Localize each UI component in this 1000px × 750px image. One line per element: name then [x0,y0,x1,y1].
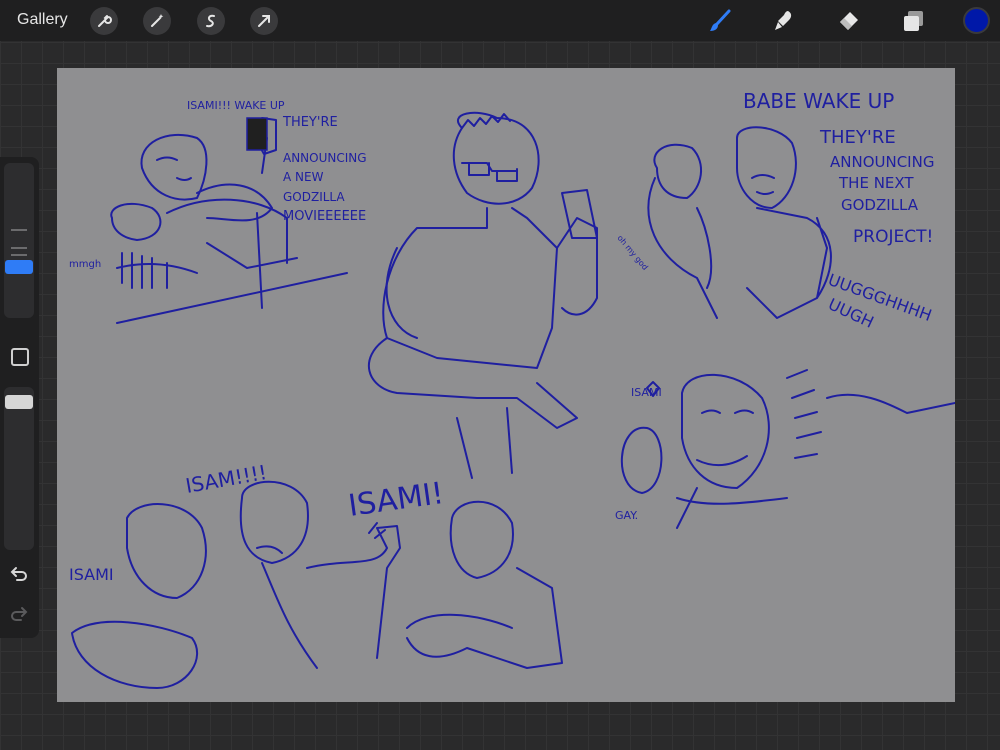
text-isami-big: ISAMI! [346,476,446,524]
text-isami-left: ISAMI [69,565,114,584]
text-oh-my-god: oh my god [615,234,649,272]
selection-icon[interactable] [197,7,225,35]
text-announcing-1: ANNOUNCING [283,151,367,165]
magic-wand-icon[interactable] [143,7,171,35]
opacity-knob[interactable] [5,395,33,409]
sketch-bottom-sequence [71,480,563,689]
sketch-artwork: ISAMI!!! WAKE UP THEY'RE ANNOUNCING A NE… [69,89,955,689]
color-picker-button[interactable] [963,7,990,34]
text-mmgh: mmgh [69,259,101,270]
redo-icon[interactable] [9,605,29,628]
smudge-icon[interactable] [768,6,798,36]
layers-icon[interactable] [898,6,928,36]
text-isami-heart: ISAMI [631,386,662,399]
size-tick [11,247,27,249]
text-a-new: A NEW [283,170,324,184]
size-tick [11,254,27,256]
text-isam-shout: ISAM!!!! [184,460,269,498]
text-isami-wake-up: ISAMI!!! WAKE UP [187,99,285,112]
undo-icon[interactable] [9,565,29,588]
left-sidebar [0,157,39,638]
gallery-button[interactable]: Gallery [17,11,68,29]
eraser-icon[interactable] [833,6,863,36]
top-toolbar: Gallery [0,0,1000,41]
text-project: PROJECT! [853,227,933,247]
sketch-center-figure [367,111,598,479]
text-godzilla-2: GODZILLA [841,196,919,214]
brush-icon[interactable] [705,6,735,36]
transform-arrow-icon[interactable] [250,7,278,35]
brush-size-slider[interactable] [4,163,34,318]
opacity-slider[interactable] [4,387,34,550]
text-gay: GAY. [615,509,638,522]
brush-size-knob[interactable] [5,260,33,274]
text-babe-wake-up: BABE WAKE UP [743,89,894,113]
size-tick [11,229,27,231]
modify-square-button[interactable] [11,348,29,366]
text-theyre-2: THEY'RE [819,127,896,148]
text-godzilla-1: GODZILLA [283,190,345,204]
text-movie: MOVIEEEEEE [283,209,366,224]
text-the-next: THE NEXT [838,174,914,192]
drawing-canvas[interactable]: ISAMI!!! WAKE UP THEY'RE ANNOUNCING A NE… [57,68,955,702]
text-theyre-1: THEY'RE [282,115,338,130]
wrench-icon[interactable] [90,7,118,35]
text-announcing-2: ANNOUNCING [830,153,934,171]
